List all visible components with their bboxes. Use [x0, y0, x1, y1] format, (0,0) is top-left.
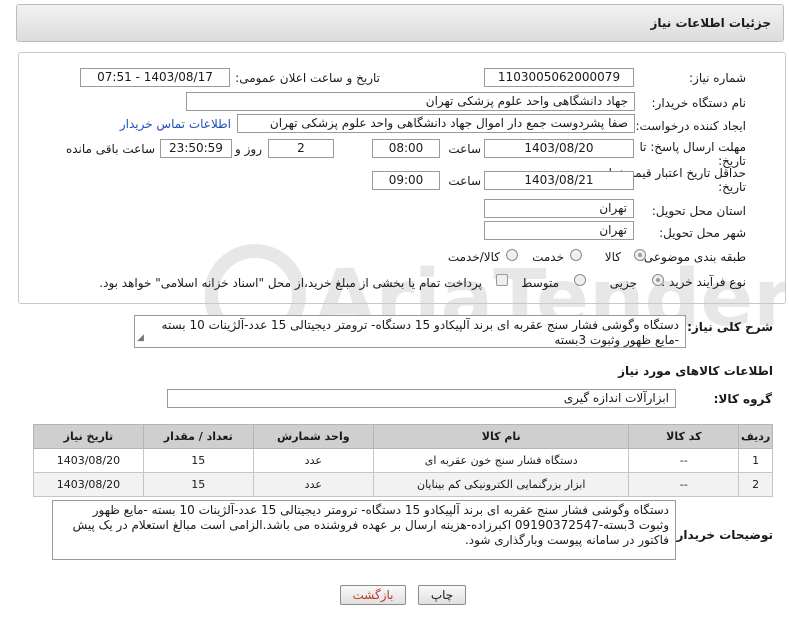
buyer-notes-text: دستگاه وگوشی فشار سنج عقربه ای برند آلپی…: [72, 503, 669, 547]
creator-label: ایجاد کننده درخواست:: [635, 119, 746, 133]
category-option-service: خدمت: [532, 250, 564, 264]
process-option-medium: متوسط: [521, 276, 559, 290]
cell-qty: 15: [142, 448, 254, 473]
days-label: روز و: [235, 142, 262, 156]
process-radio-minor[interactable]: [652, 274, 664, 286]
cell-row: 1: [738, 448, 773, 473]
remaining-label: ساعت باقی مانده: [65, 142, 155, 156]
cell-name: دستگاه فشار سنج خون عقربه ای: [372, 448, 630, 473]
cell-date: 1403/08/20: [33, 472, 144, 497]
col-name: نام کالا: [372, 424, 630, 449]
cell-row: 2: [738, 472, 773, 497]
print-button[interactable]: چاپ: [418, 585, 466, 605]
process-radio-medium[interactable]: [574, 274, 586, 286]
summary-textarea[interactable]: دستگاه وگوشی فشار سنج عقربه ای برند آلپی…: [134, 315, 686, 348]
deadline-time-label: ساعت: [448, 142, 481, 156]
cell-qty: 15: [142, 472, 254, 497]
process-option-minor: جزیی: [609, 276, 637, 290]
page-title: جزئیات اطلاعات نیاز: [650, 16, 771, 30]
process-type-label: نوع فرآیند خرید :: [661, 275, 746, 289]
validity-label-line2: تاریخ:: [718, 180, 746, 194]
summary-label: شرح کلی نیاز:: [687, 320, 773, 334]
col-date: تاریخ نیاز: [33, 424, 144, 449]
category-option-goods-service: کالا/خدمت: [447, 250, 500, 264]
buyer-contact-link[interactable]: اطلاعات تماس خریدار: [120, 117, 231, 131]
treasury-checkbox[interactable]: [496, 274, 508, 286]
buyer-notes-textarea[interactable]: دستگاه وگوشی فشار سنج عقربه ای برند آلپی…: [52, 500, 676, 560]
cell-date: 1403/08/20: [33, 448, 144, 473]
resize-handle-icon[interactable]: ◢: [137, 331, 144, 346]
creator-field: صفا پشردوست جمع دار اموال جهاد دانشگاهی …: [237, 114, 635, 133]
category-option-goods: کالا: [604, 250, 621, 264]
days-remaining-field: 2: [268, 139, 334, 158]
items-table-header: ردیف کد کالا نام کالا واحد شمارش تعداد /…: [33, 424, 773, 449]
need-number-field: 1103005062000079: [484, 68, 634, 87]
remaining-time-field: 23:50:59: [160, 139, 232, 158]
category-label: طبقه بندی موضوعی:: [639, 250, 746, 264]
goods-group-field: ابزارآلات اندازه گیری: [167, 389, 676, 408]
col-qty: تعداد / مقدار: [142, 424, 254, 449]
category-radio-goods-service[interactable]: [506, 249, 518, 261]
back-button[interactable]: بازگشت: [340, 585, 406, 605]
city-label: شهر محل تحویل:: [659, 226, 746, 240]
category-radio-goods[interactable]: [634, 249, 646, 261]
cell-unit: عدد: [252, 448, 374, 473]
buyer-org-label: نام دستگاه خریدار:: [651, 96, 747, 110]
col-unit: واحد شمارش: [252, 424, 374, 449]
announce-datetime-label: تاریخ و ساعت اعلان عمومی:: [235, 71, 380, 85]
treasury-note: پرداخت تمام یا بخشی از مبلغ خرید،از محل …: [99, 276, 482, 290]
cell-unit: عدد: [252, 472, 374, 497]
deadline-label-line1: مهلت ارسال پاسخ: تا: [639, 140, 746, 154]
deadline-date-field: 1403/08/20: [484, 139, 634, 158]
buyer-org-field: جهاد دانشگاهی واحد علوم پزشکی تهران: [186, 92, 635, 111]
buyer-notes-label: توضیحات خریدار:: [671, 528, 773, 542]
validity-time-label: ساعت: [448, 174, 481, 188]
validity-time-field: 09:00: [372, 171, 440, 190]
announce-datetime-field: 1403/08/17 - 07:51: [80, 68, 230, 87]
goods-group-label: گروه کالا:: [713, 392, 772, 406]
page-header: جزئیات اطلاعات نیاز: [16, 4, 784, 42]
col-row: ردیف: [738, 424, 773, 449]
validity-date-field: 1403/08/21: [484, 171, 634, 190]
cell-code: --: [628, 448, 740, 473]
city-field: تهران: [484, 221, 634, 240]
col-code: کد کالا: [628, 424, 740, 449]
province-label: استان محل تحویل:: [651, 204, 746, 218]
cell-name: ابزار بزرگنمایی الکترونیکی کم بینایان: [372, 472, 630, 497]
need-number-label: شماره نیاز:: [689, 71, 746, 85]
province-field: تهران: [484, 199, 634, 218]
deadline-time-field: 08:00: [372, 139, 440, 158]
summary-text: دستگاه وگوشی فشار سنج عقربه ای برند آلپی…: [161, 318, 679, 347]
cell-code: --: [628, 472, 740, 497]
items-section-title: اطلاعات کالاهای مورد نیاز: [618, 364, 773, 378]
table-row: 1 -- دستگاه فشار سنج خون عقربه ای عدد 15…: [33, 448, 773, 473]
table-row: 2 -- ابزار بزرگنمایی الکترونیکی کم بینای…: [33, 472, 773, 497]
category-radio-service[interactable]: [570, 249, 582, 261]
items-table: ردیف کد کالا نام کالا واحد شمارش تعداد /…: [33, 424, 773, 497]
